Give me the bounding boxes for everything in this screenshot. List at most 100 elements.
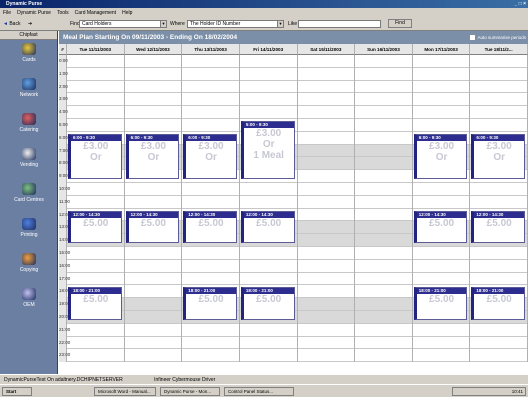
start-button[interactable]: Start — [2, 387, 32, 396]
column-divider — [411, 55, 413, 363]
find-select[interactable]: Card Holders ▼ — [79, 20, 167, 28]
meal-period-block[interactable]: 12:00 - 14:30 £5.00 — [413, 210, 468, 243]
hour-label: 16:00 — [59, 259, 70, 273]
meal-note: Or — [493, 151, 506, 163]
column-divider — [296, 55, 298, 363]
hour-row[interactable] — [67, 260, 528, 273]
title-bar: Dynamic Purse _ □ × — [0, 0, 528, 8]
meal-period-block[interactable]: 18:00 - 21:00 £5.00 — [240, 287, 295, 320]
sidebar-item-cards[interactable]: Cards — [0, 43, 58, 71]
menu-tools[interactable]: Tools — [57, 10, 69, 16]
hour-row[interactable] — [67, 247, 528, 260]
forward-icon[interactable]: ➔ — [28, 20, 32, 28]
menu-bar: File Dynamic Purse Tools Card Management… — [0, 8, 528, 17]
meal-period-block[interactable]: 5:00 - 9:30 £3.00 Or 1 Meal — [240, 121, 295, 179]
sidebar-item-label: OEM — [23, 302, 35, 308]
hour-row[interactable] — [67, 349, 528, 363]
sidebar-item-card-centres[interactable]: Card Centres — [0, 183, 58, 211]
sidebar-item-catering[interactable]: Catering — [0, 113, 58, 141]
meal-period-block[interactable]: 18:00 - 21:00 £5.00 — [68, 287, 122, 320]
hour-label: 21:00 — [59, 323, 70, 337]
sidebar-item-printing[interactable]: Printing — [0, 218, 58, 246]
meal-note: Or — [147, 151, 160, 163]
hour-row[interactable] — [67, 68, 528, 81]
card-centres-icon — [22, 183, 36, 195]
hour-label: 19:00 — [59, 298, 70, 311]
sidebar-header[interactable]: Chipfast — [0, 31, 57, 40]
meal-period-block[interactable]: 6:00 - 9:30 £3.00 Or — [471, 133, 525, 179]
where-select[interactable]: The Holder ID Number ▼ — [187, 20, 284, 28]
menu-file[interactable]: File — [3, 10, 11, 16]
meal-period-block[interactable]: 12:00 - 14:30 £5.00 — [125, 210, 180, 243]
day-column-header[interactable]: Tue 18/11/2... — [470, 44, 528, 55]
menu-help[interactable]: Help — [122, 10, 132, 16]
hour-row[interactable] — [67, 337, 528, 350]
day-column-header[interactable]: Fri 14/11/2003 — [239, 44, 298, 55]
taskbar-item[interactable]: Microsoft Word - Manual... — [94, 387, 156, 396]
hour-label: 17:00 — [59, 272, 70, 286]
chevron-down-icon[interactable]: ▼ — [277, 21, 283, 27]
menu-dynamic-purse[interactable]: Dynamic Purse — [17, 10, 51, 16]
status-driver: Infineer Cybermouse Driver — [154, 377, 216, 383]
hour-row[interactable] — [67, 273, 528, 286]
hour-label: 7:00 — [59, 144, 68, 158]
day-column-header[interactable]: Mon 17/11/2003 — [412, 44, 471, 55]
meal-period-block[interactable]: 12:00 - 14:30 £5.00 — [240, 210, 295, 243]
find-button[interactable]: Find — [388, 19, 412, 28]
day-column-header[interactable]: Wed 12/11/2003 — [124, 44, 183, 55]
hour-row[interactable] — [67, 183, 528, 196]
day-column-header[interactable]: Tue 11/11/2003 — [67, 44, 125, 55]
copying-icon — [22, 253, 36, 265]
hour-label: 12:00 — [59, 208, 70, 222]
hour-label: 11:00 — [59, 195, 70, 209]
hour-label: 6:00 — [59, 131, 68, 145]
meal-note: Or — [435, 151, 448, 163]
sidebar-item-label: Network — [19, 92, 39, 98]
back-button[interactable]: ◄ Back — [3, 20, 20, 28]
column-divider — [181, 55, 183, 363]
hour-row[interactable] — [67, 196, 528, 209]
sidebar-item-label: Catering — [19, 127, 39, 133]
meal-period-block[interactable]: 18:00 - 21:00 £5.00 — [183, 287, 237, 320]
taskbar-item[interactable]: Control Panel Status... — [224, 387, 294, 396]
meal-period-block[interactable]: 6:00 - 9:30 £3.00 Or — [125, 133, 180, 179]
meal-period-block[interactable]: 12:00 - 14:30 £5.00 — [471, 210, 525, 243]
sidebar: Chipfast Cards Network Catering Vending Card… — [0, 31, 58, 374]
meal-period-block[interactable]: 6:00 - 9:30 £3.00 Or — [413, 133, 468, 179]
meal-period-block[interactable]: 18:00 - 21:00 £5.00 — [413, 287, 468, 320]
auto-summarise-label: Auto summarise periods — [477, 35, 526, 40]
day-column-header[interactable]: Sun 16/11/2003 — [355, 44, 413, 55]
hour-row[interactable] — [67, 55, 528, 68]
hour-label: 8:00 — [59, 157, 68, 171]
chevron-down-icon[interactable]: ▼ — [160, 21, 166, 27]
hour-label: 5:00 — [59, 119, 68, 132]
day-column-header[interactable]: Sat 15/11/2003 — [297, 44, 356, 55]
hour-row[interactable] — [67, 93, 528, 107]
meal-period-block[interactable]: 18:00 - 21:00 £5.00 — [471, 287, 525, 320]
meal-note: Or — [89, 151, 102, 163]
sidebar-item-network[interactable]: Network — [0, 78, 58, 106]
meal-price: £3.00 — [429, 140, 455, 152]
meal-period-block[interactable]: 12:00 - 14:30 £5.00 — [183, 210, 237, 243]
meal-period-block[interactable]: 6:00 - 9:30 £3.00 Or — [183, 133, 237, 179]
like-input[interactable] — [298, 20, 381, 28]
hour-row[interactable] — [67, 106, 528, 119]
hour-row[interactable] — [67, 324, 528, 337]
hour-row[interactable] — [67, 119, 528, 132]
hour-row[interactable] — [67, 81, 528, 94]
back-arrow-icon: ◄ — [3, 21, 8, 27]
taskbar-item[interactable]: Dynamic Purse - Mon... — [160, 387, 220, 396]
meal-price: £5.00 — [486, 294, 512, 306]
sidebar-item-oem[interactable]: OEM — [0, 288, 58, 316]
window-controls[interactable]: _ □ × — [515, 1, 527, 7]
meal-period-block[interactable]: 12:00 - 14:30 £5.00 — [68, 210, 122, 243]
day-column-header[interactable]: Thu 13/11/2003 — [182, 44, 240, 55]
auto-summarise-toggle[interactable]: Auto summarise periods — [470, 31, 526, 44]
checkbox-icon[interactable] — [470, 35, 476, 40]
menu-card-management[interactable]: Card Management — [75, 10, 116, 16]
meal-price: £3.00 — [256, 128, 282, 139]
sidebar-item-copying[interactable]: Copying — [0, 253, 58, 281]
meal-price: £5.00 — [429, 217, 455, 229]
meal-period-block[interactable]: 6:00 - 9:30 £3.00 Or — [68, 133, 122, 179]
sidebar-item-vending[interactable]: Vending — [0, 148, 58, 176]
